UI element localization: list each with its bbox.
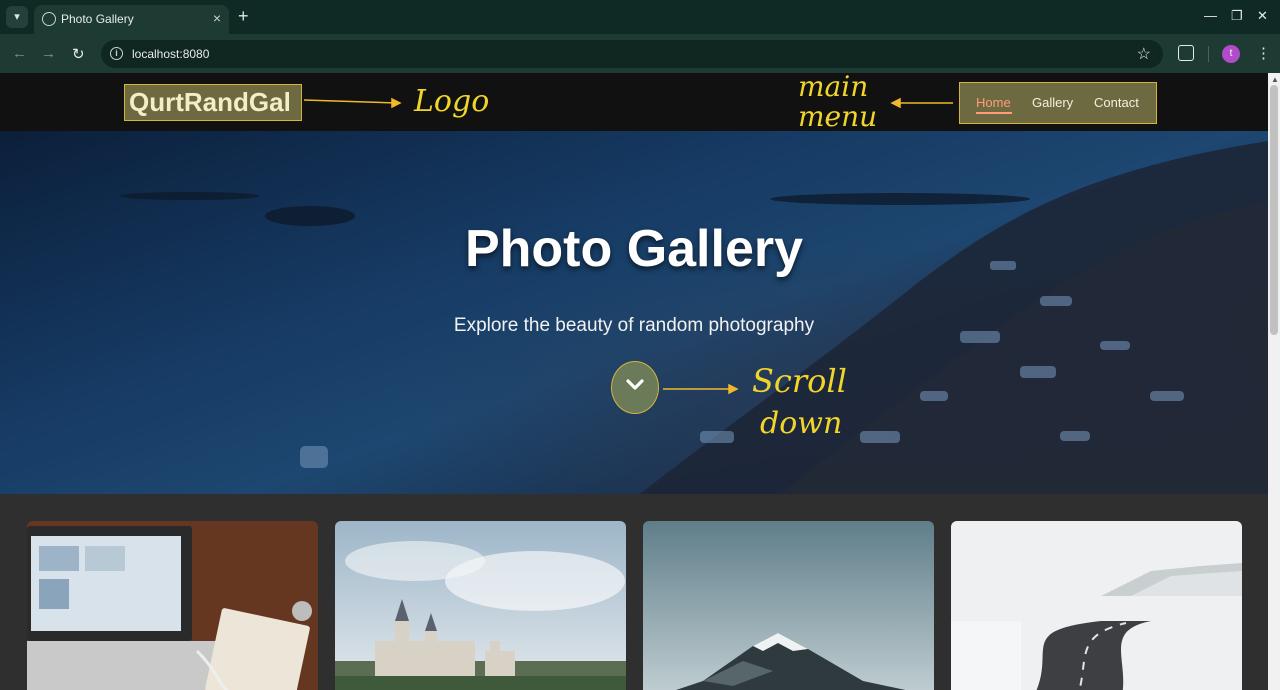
annotation-menu-note-line2: menu xyxy=(798,100,878,133)
annotation-menu-note-line1: main xyxy=(798,70,869,103)
annotation-logo-note: Logo xyxy=(414,84,490,119)
annotation-arrows xyxy=(303,97,953,395)
annotation-scroll-note-line2: down xyxy=(760,406,843,441)
annotation-scroll-note-line1: Scroll xyxy=(752,362,847,400)
